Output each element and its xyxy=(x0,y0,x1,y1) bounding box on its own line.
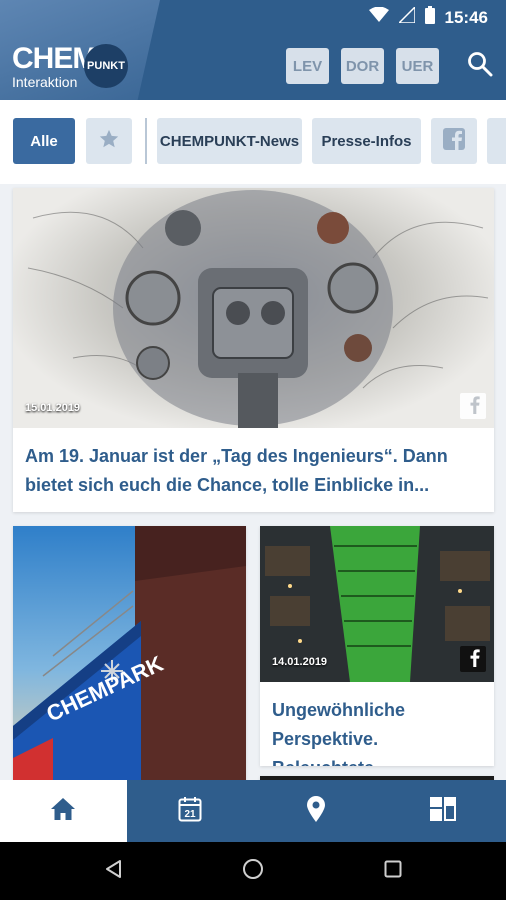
featured-post-date: 15.01.2019 xyxy=(25,402,81,414)
status-clock: 15:46 xyxy=(444,7,488,27)
back-triangle-icon xyxy=(104,859,124,884)
post-card-perspective[interactable]: 14.01.2019 Ungewöhnliche Perspektive. Be… xyxy=(260,526,494,766)
filter-more[interactable] xyxy=(487,118,506,164)
filter-bar: Alle CHEMPUNKT-News Presse-Infos xyxy=(0,100,506,184)
chempark-building-image: CHEMPARK xyxy=(13,526,246,780)
location-icon xyxy=(306,795,326,828)
news-feed[interactable]: 15.01.2019 Am 19. Januar ist der „Tag de… xyxy=(0,184,506,780)
app-header: 15:46 CHEM PUNKT Interaktion LEV DOR UER xyxy=(0,0,506,100)
site-button-uer[interactable]: UER xyxy=(396,48,439,84)
nav-tab-home[interactable] xyxy=(0,780,127,842)
chempark-building-illustration: CHEMPARK xyxy=(13,526,246,780)
calendar-day-number: 21 xyxy=(184,809,196,820)
recents-square-icon xyxy=(383,859,403,884)
system-back-button[interactable] xyxy=(102,859,126,883)
system-navigation-bar xyxy=(0,842,506,900)
post-card-chempark[interactable]: CHEMPARK xyxy=(13,526,246,780)
post-source-badge xyxy=(460,646,486,672)
filter-divider xyxy=(145,118,147,164)
dashboard-icon xyxy=(429,796,456,826)
facebook-icon xyxy=(463,647,483,672)
facebook-icon xyxy=(442,127,466,155)
calendar-icon: 21 xyxy=(178,796,202,827)
bottom-navigation: 21 xyxy=(0,780,506,842)
machine-head-illustration xyxy=(27,190,489,428)
post-text: Ungewöhnliche Perspektive. Beleuchtete..… xyxy=(272,700,406,766)
featured-post-card[interactable]: 15.01.2019 Am 19. Januar ist der „Tag de… xyxy=(13,188,494,512)
filter-favorites[interactable] xyxy=(86,118,132,164)
wifi-icon xyxy=(368,6,389,28)
signal-icon xyxy=(396,5,416,28)
nav-tab-locations[interactable] xyxy=(253,780,380,842)
logo-subtitle: Interaktion xyxy=(12,74,78,90)
app-logo[interactable]: CHEM PUNKT Interaktion xyxy=(12,44,132,92)
battery-icon xyxy=(424,6,435,29)
logo-circle: PUNKT xyxy=(84,44,128,88)
filter-all[interactable]: Alle xyxy=(13,118,75,164)
filter-presse-infos[interactable]: Presse-Infos xyxy=(312,118,421,164)
star-icon xyxy=(98,128,120,154)
site-button-dor[interactable]: DOR xyxy=(341,48,384,84)
facebook-icon xyxy=(463,394,483,419)
system-recents-button[interactable] xyxy=(381,859,405,883)
home-icon xyxy=(50,797,76,826)
featured-post-source-badge xyxy=(460,393,486,419)
featured-post-text: Am 19. Januar ist der „Tag des Ingenieur… xyxy=(25,446,448,495)
search-icon xyxy=(467,51,493,82)
featured-post-image xyxy=(13,188,494,428)
filter-chempunkt-news[interactable]: CHEMPUNKT-News xyxy=(157,118,302,164)
system-home-button[interactable] xyxy=(241,858,265,885)
home-circle-icon xyxy=(242,858,264,885)
search-button[interactable] xyxy=(464,50,496,82)
filter-facebook[interactable] xyxy=(431,118,477,164)
status-bar: 15:46 xyxy=(0,0,506,32)
post-date: 14.01.2019 xyxy=(272,656,328,668)
site-button-lev[interactable]: LEV xyxy=(286,48,329,84)
nav-tab-dashboard[interactable] xyxy=(380,780,506,842)
nav-tab-calendar[interactable]: 21 xyxy=(127,780,254,842)
